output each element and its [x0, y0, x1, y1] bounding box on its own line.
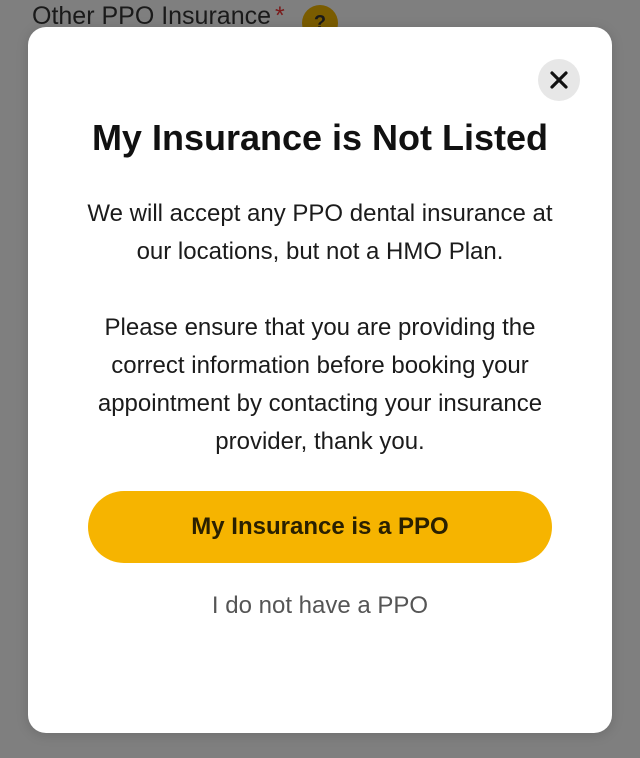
modal-paragraph-verify-info: Please ensure that you are providing the…	[97, 314, 543, 455]
required-marker: *	[275, 2, 285, 30]
insurance-not-listed-modal: My Insurance is Not Listed We will accep…	[28, 27, 612, 733]
modal-body: We will accept any PPO dental insurance …	[78, 195, 562, 461]
my-insurance-is-ppo-button[interactable]: My Insurance is a PPO	[88, 491, 552, 563]
close-icon	[550, 71, 568, 89]
modal-paragraph-ppo-accepted: We will accept any PPO dental insurance …	[87, 200, 553, 265]
field-label-text: Other PPO Insurance	[32, 2, 272, 30]
no-ppo-link[interactable]: I do not have a PPO	[28, 592, 612, 620]
modal-title: My Insurance is Not Listed	[91, 117, 549, 158]
close-button[interactable]	[538, 59, 580, 101]
